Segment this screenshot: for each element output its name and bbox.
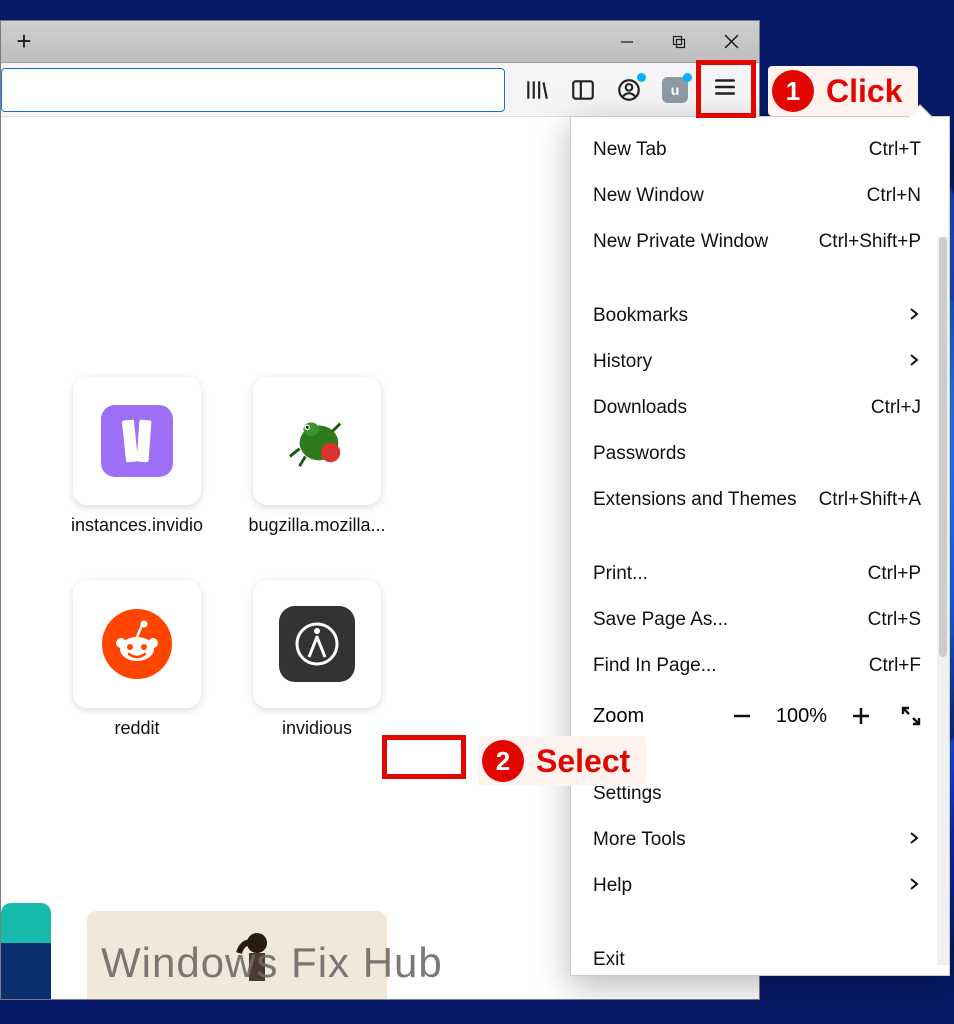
annotation-number: 2	[482, 740, 524, 782]
menu-label: Save Page As...	[593, 609, 728, 631]
titlebar: +	[1, 21, 759, 63]
menu-item-print[interactable]: Print... Ctrl+P	[571, 551, 949, 597]
fullscreen-button[interactable]	[895, 700, 927, 732]
menu-item-find[interactable]: Find In Page... Ctrl+F	[571, 643, 949, 689]
shortcut: Ctrl+S	[868, 609, 921, 631]
chevron-right-icon	[907, 351, 921, 373]
toolbar: u	[1, 63, 759, 117]
menu-label: History	[593, 351, 652, 373]
reddit-icon	[102, 609, 172, 679]
bottom-thumbnails: Windows Fix Hub	[1, 879, 561, 999]
bugzilla-icon	[286, 408, 348, 475]
top-sites-grid: instances.invidio bugzilla.mozilla..	[57, 377, 397, 739]
library-icon[interactable]	[517, 70, 557, 110]
menu-label: Extensions and Themes	[593, 489, 797, 511]
shortcut: Ctrl+Shift+A	[819, 489, 921, 511]
chevron-right-icon	[907, 305, 921, 327]
chevron-right-icon	[907, 829, 921, 851]
annotation-step-2: 2 Select	[478, 736, 646, 786]
top-site-tile[interactable]: invidious	[237, 580, 397, 739]
menu-label: New Private Window	[593, 231, 768, 253]
menu-item-new-window[interactable]: New Window Ctrl+N	[571, 173, 949, 219]
invidio-icon	[101, 405, 173, 477]
zoom-value: 100%	[776, 705, 827, 728]
hamburger-icon	[712, 74, 738, 105]
menu-item-zoom: Zoom 100%	[571, 689, 949, 743]
menu-label: New Tab	[593, 139, 667, 161]
app-menu-button[interactable]	[701, 66, 749, 114]
zoom-out-button[interactable]	[726, 700, 758, 732]
tile-label: invidious	[282, 718, 352, 739]
new-tab-button[interactable]: +	[9, 27, 39, 57]
ublock-extension-icon[interactable]: u	[655, 70, 695, 110]
menu-label: Exit	[593, 949, 625, 971]
tile-label: instances.invidio	[71, 515, 203, 536]
maximize-button[interactable]	[653, 21, 705, 63]
menu-item-new-private-window[interactable]: New Private Window Ctrl+Shift+P	[571, 219, 949, 265]
zoom-in-button[interactable]	[845, 700, 877, 732]
top-site-tile[interactable]: instances.invidio	[57, 377, 217, 536]
menu-label: New Window	[593, 185, 704, 207]
close-button[interactable]	[705, 21, 757, 63]
menu-scrollbar[interactable]	[937, 237, 949, 965]
tile-label: reddit	[114, 718, 159, 739]
menu-label: More Tools	[593, 829, 686, 851]
sidebar-icon[interactable]	[563, 70, 603, 110]
menu-label: Downloads	[593, 397, 687, 419]
account-icon[interactable]	[609, 70, 649, 110]
shortcut: Ctrl+Shift+P	[819, 231, 921, 253]
menu-item-save-as[interactable]: Save Page As... Ctrl+S	[571, 597, 949, 643]
chevron-right-icon	[907, 875, 921, 897]
menu-item-more-tools[interactable]: More Tools	[571, 817, 949, 863]
window-controls	[601, 21, 757, 63]
menu-label: Print...	[593, 563, 648, 585]
menu-item-downloads[interactable]: Downloads Ctrl+J	[571, 385, 949, 431]
menu-item-history[interactable]: History	[571, 339, 949, 385]
shortcut: Ctrl+J	[871, 397, 921, 419]
annotation-step-1: 1 Click	[768, 66, 918, 116]
menu-label: Passwords	[593, 443, 686, 465]
top-site-tile[interactable]: bugzilla.mozilla...	[237, 377, 397, 536]
invidious-icon	[279, 606, 355, 682]
top-site-tile[interactable]: reddit	[57, 580, 217, 739]
app-menu-dropdown: New Tab Ctrl+T New Window Ctrl+N New Pri…	[570, 116, 950, 976]
menu-item-new-tab[interactable]: New Tab Ctrl+T	[571, 127, 949, 173]
minimize-button[interactable]	[601, 21, 653, 63]
scrollbar-thumb[interactable]	[939, 237, 947, 657]
shortcut: Ctrl+N	[867, 185, 921, 207]
menu-item-extensions[interactable]: Extensions and Themes Ctrl+Shift+A	[571, 477, 949, 523]
shortcut: Ctrl+P	[868, 563, 921, 585]
tile-label: bugzilla.mozilla...	[248, 515, 385, 536]
menu-item-exit[interactable]: Exit	[571, 937, 949, 983]
thumbnail[interactable]	[1, 903, 51, 999]
shortcut: Ctrl+T	[869, 139, 921, 161]
menu-item-passwords[interactable]: Passwords	[571, 431, 949, 477]
menu-label: Bookmarks	[593, 305, 688, 327]
watermark-text: Windows Fix Hub	[101, 939, 443, 987]
annotation-text: Select	[536, 743, 630, 780]
menu-label: Zoom	[593, 705, 708, 728]
menu-label: Help	[593, 875, 632, 897]
url-bar[interactable]	[1, 68, 505, 112]
menu-label: Settings	[593, 783, 662, 805]
menu-item-bookmarks[interactable]: Bookmarks	[571, 293, 949, 339]
menu-label: Find In Page...	[593, 655, 717, 677]
menu-item-help[interactable]: Help	[571, 863, 949, 909]
annotation-text: Click	[826, 73, 902, 110]
annotation-number: 1	[772, 70, 814, 112]
shortcut: Ctrl+F	[869, 655, 921, 677]
